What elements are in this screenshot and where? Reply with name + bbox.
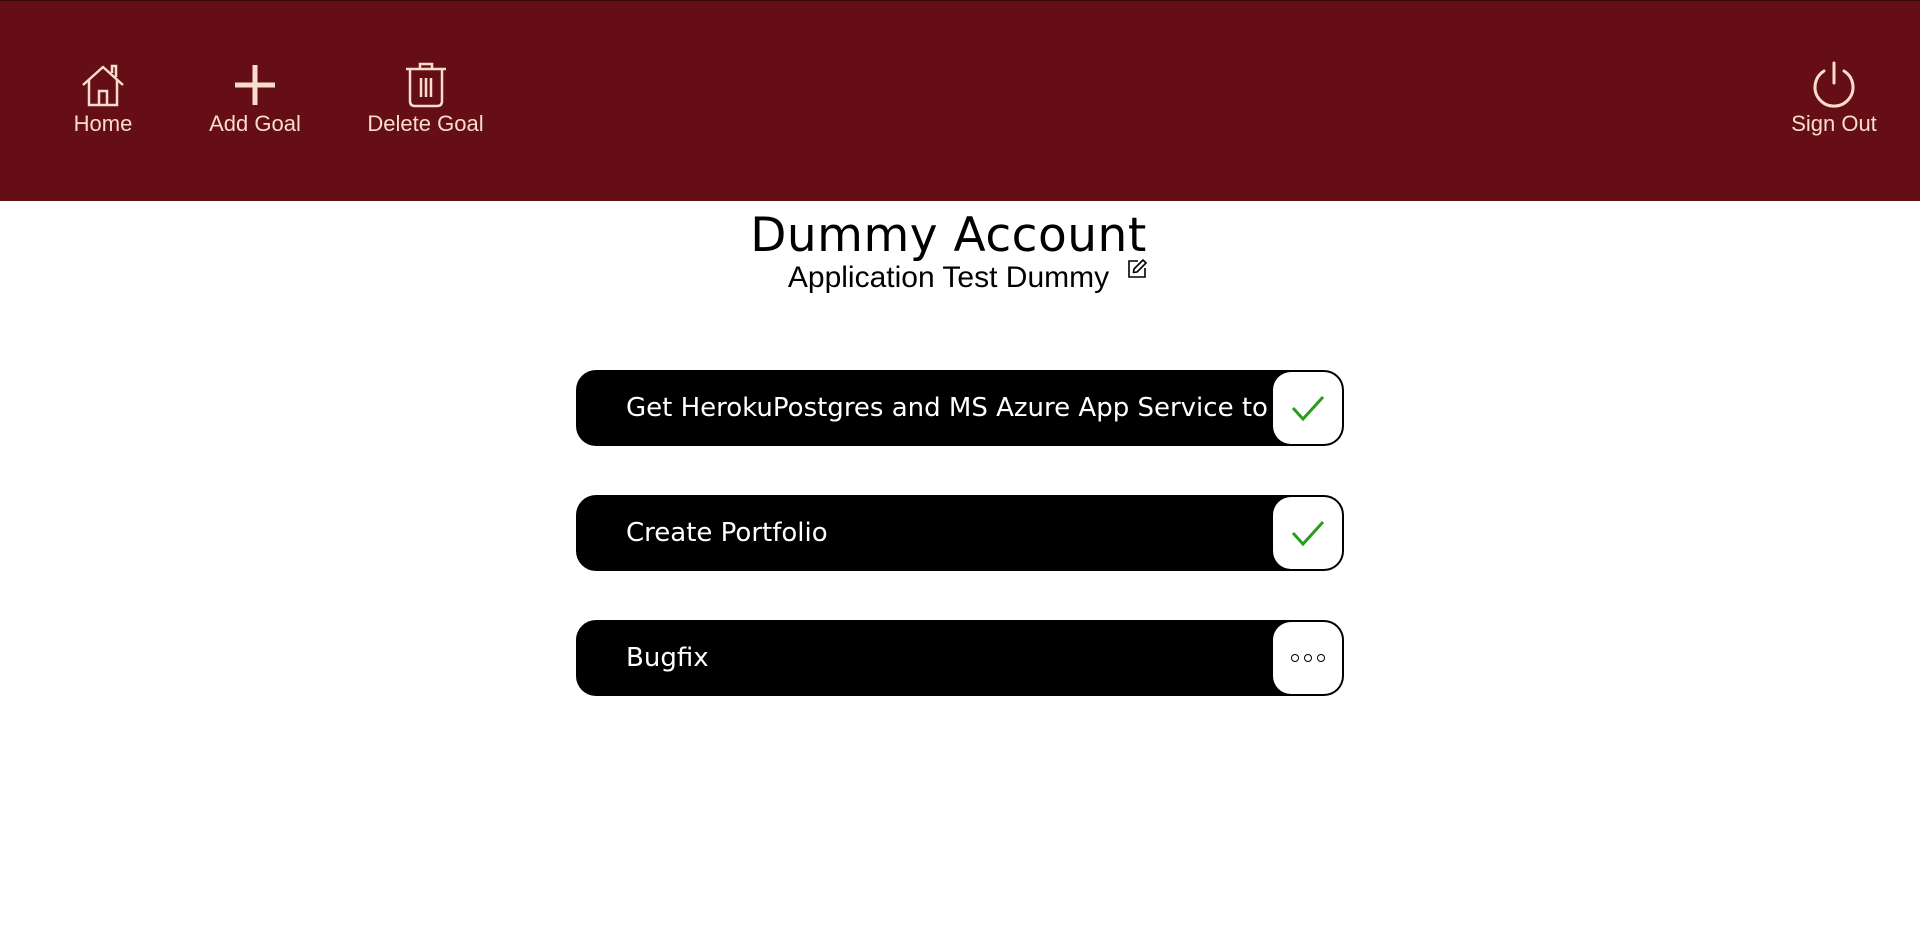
add-goal-label: Add Goal (209, 111, 301, 136)
goal-text: Get HerokuPostgres and MS Azure App Serv… (626, 393, 1327, 423)
goal-text: Bugfix (626, 643, 709, 673)
trash-icon (405, 62, 446, 108)
goal-text: Create Portfolio (626, 518, 828, 548)
home-label: Home (73, 111, 133, 136)
sign-out-button[interactable]: Sign Out (1784, 61, 1884, 137)
goal-status-button[interactable] (1273, 372, 1342, 444)
goal-item[interactable]: Bugfix (576, 620, 1344, 696)
home-button[interactable]: Home (53, 61, 153, 137)
ellipsis-icon (1290, 654, 1325, 662)
top-navbar: Home Add Goal Delete Goal Sign Out (0, 0, 1920, 201)
delete-goal-button[interactable]: Delete Goal (363, 61, 488, 137)
account-title: Dummy Account (750, 208, 1147, 263)
goal-item[interactable]: Get HerokuPostgres and MS Azure App Serv… (576, 370, 1344, 446)
edit-icon[interactable] (1126, 258, 1148, 280)
checkmark-icon (1291, 520, 1324, 547)
delete-goal-label: Delete Goal (367, 111, 484, 136)
goal-status-button[interactable] (1273, 622, 1342, 694)
account-subtitle: Application Test Dummy (787, 261, 1110, 294)
add-goal-button[interactable]: Add Goal (205, 61, 305, 137)
sign-out-label: Sign Out (1791, 111, 1877, 136)
home-icon (82, 64, 124, 107)
plus-icon (235, 65, 275, 105)
checkmark-icon (1291, 395, 1324, 422)
goal-item[interactable]: Create Portfolio (576, 495, 1344, 571)
goal-status-button[interactable] (1273, 497, 1342, 569)
power-icon (1813, 61, 1855, 108)
